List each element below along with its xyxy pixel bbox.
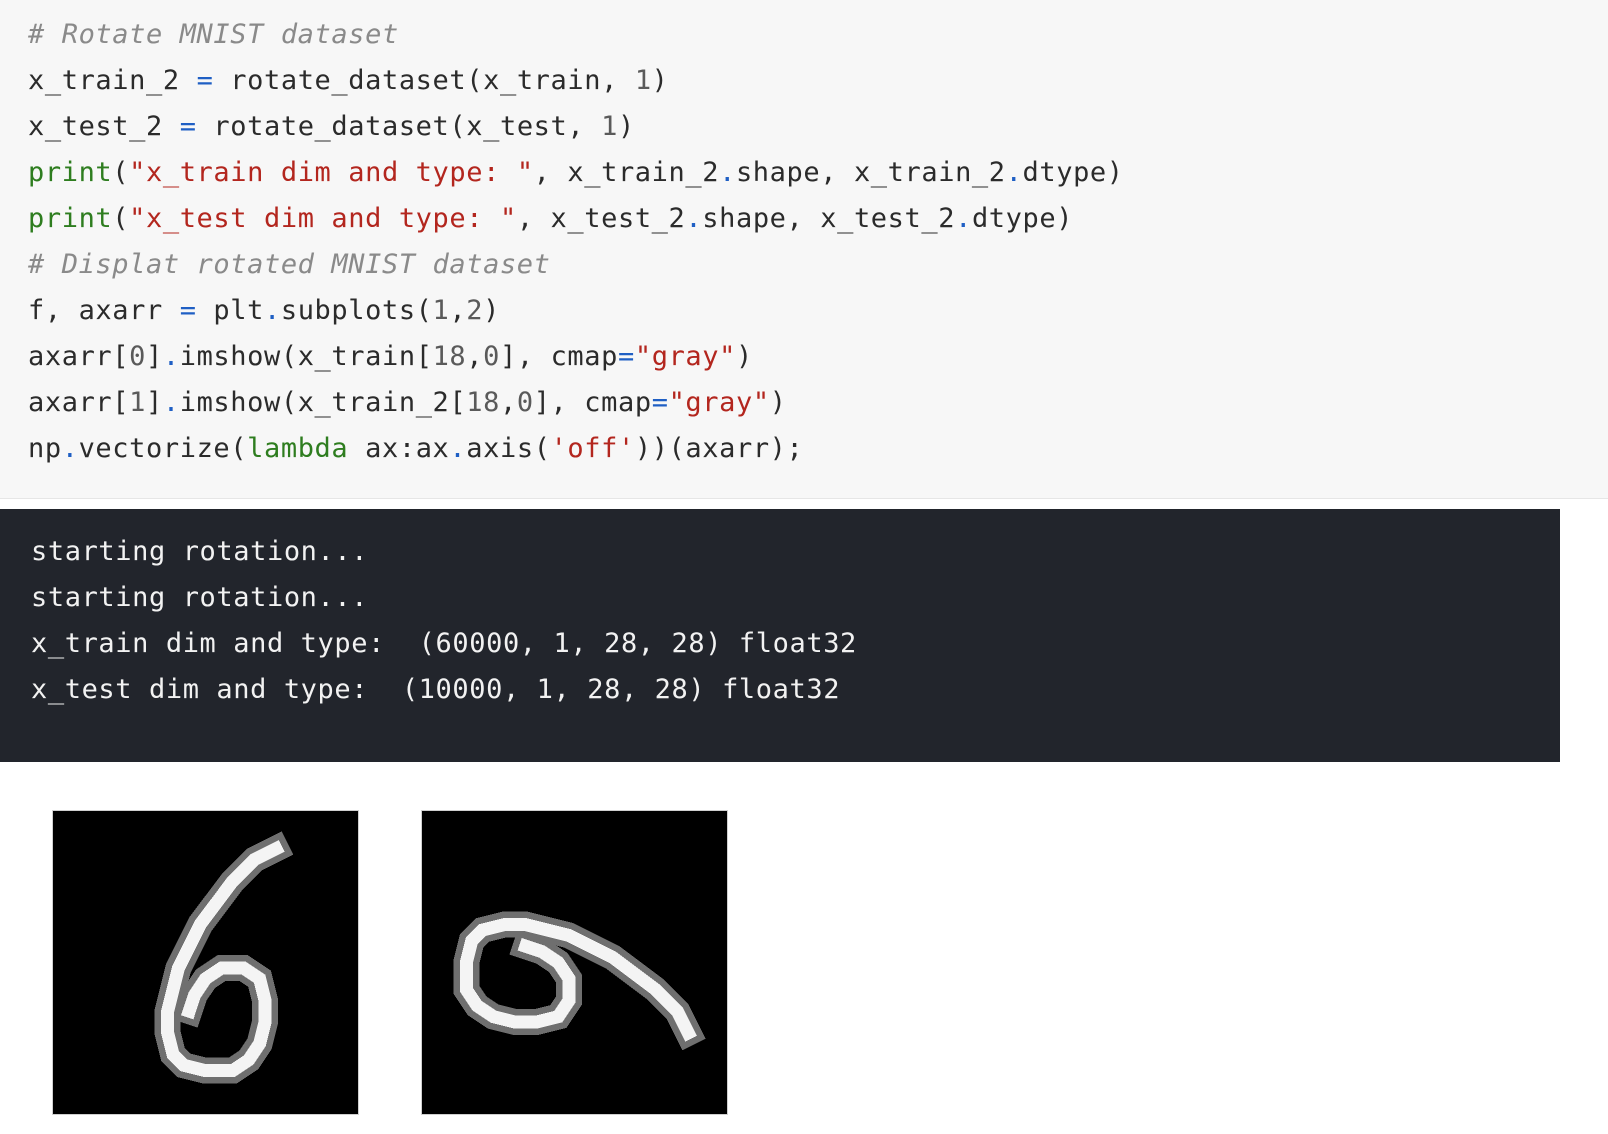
code-token: , x_test_2 bbox=[516, 203, 686, 234]
code-token: vectorize( bbox=[78, 433, 248, 464]
code-token: imshow(x_train[ bbox=[179, 341, 433, 372]
code-token: "gray" bbox=[668, 387, 770, 418]
code-line: print("x_train dim and type: ", x_train_… bbox=[28, 150, 1124, 196]
code-token: 1 bbox=[601, 111, 618, 142]
code-token: rotate_dataset(x_test, bbox=[196, 111, 602, 142]
code-token: "gray" bbox=[634, 341, 736, 372]
code-line: # Rotate MNIST dataset bbox=[28, 12, 399, 58]
code-token: ], cmap bbox=[533, 387, 652, 418]
code-token: lambda bbox=[247, 433, 349, 464]
code-token: "x_train dim and type: " bbox=[129, 157, 534, 188]
code-token: subplots( bbox=[280, 295, 433, 326]
code-token: . bbox=[719, 157, 736, 188]
code-token: . bbox=[61, 433, 79, 464]
code-token: . bbox=[162, 387, 180, 418]
code-token: # Displat rotated MNIST dataset bbox=[28, 249, 551, 280]
code-token: ) bbox=[617, 111, 635, 142]
code-line: f, axarr = plt.subplots(1,2) bbox=[28, 288, 500, 334]
output-line: starting rotation... bbox=[31, 582, 369, 613]
code-token: axarr[ bbox=[28, 341, 130, 372]
code-token: 0 bbox=[516, 387, 534, 418]
code-token: shape, x_train_2 bbox=[735, 157, 1006, 188]
output-line: starting rotation... bbox=[31, 536, 369, 567]
code-token: 18 bbox=[432, 341, 467, 372]
code-token: 18 bbox=[466, 387, 500, 418]
code-token: f, axarr bbox=[28, 295, 180, 326]
code-token: np bbox=[28, 433, 62, 464]
code-cell[interactable]: # Rotate MNIST dataset x_train_2 = rotat… bbox=[0, 0, 1608, 499]
figure-original-digit bbox=[52, 810, 359, 1115]
figure-rotated-digit bbox=[421, 810, 728, 1115]
code-token: ) bbox=[651, 65, 669, 96]
code-token: ] bbox=[146, 341, 163, 372]
code-token: "x_test dim and type: " bbox=[129, 203, 517, 234]
code-token: x_train_2 bbox=[28, 65, 197, 96]
code-token: ( bbox=[112, 157, 130, 188]
code-line: np.vectorize(lambda ax:ax.axis('off'))(a… bbox=[28, 426, 803, 472]
code-line: print("x_test dim and type: ", x_test_2.… bbox=[28, 196, 1073, 242]
digit-six-image bbox=[154, 831, 294, 1084]
code-token: ] bbox=[146, 387, 163, 418]
code-token: . bbox=[162, 341, 180, 372]
code-line: axarr[0].imshow(x_train[18,0], cmap="gra… bbox=[28, 334, 753, 380]
code-token: . bbox=[1005, 157, 1023, 188]
digit-six-rotated-image bbox=[453, 911, 706, 1051]
code-token: axis( bbox=[466, 433, 551, 464]
code-token: ], cmap bbox=[500, 341, 618, 372]
code-token: x_test_2 bbox=[28, 111, 180, 142]
output-cell: starting rotation... starting rotation..… bbox=[0, 509, 1560, 762]
code-token: 1 bbox=[129, 387, 146, 418]
code-token: print bbox=[28, 203, 113, 234]
code-line: x_test_2 = rotate_dataset(x_test, 1) bbox=[28, 104, 635, 150]
code-token: plt bbox=[196, 295, 264, 326]
code-token: dtype) bbox=[971, 203, 1074, 234]
code-token: 'off' bbox=[550, 433, 635, 464]
code-token: shape, x_test_2 bbox=[702, 203, 956, 234]
code-token: 1 bbox=[634, 65, 652, 96]
code-token: = bbox=[179, 295, 197, 326]
code-token: , bbox=[449, 295, 467, 326]
code-token: 1 bbox=[432, 295, 450, 326]
code-token: axarr[ bbox=[28, 387, 130, 418]
code-token: . bbox=[685, 203, 703, 234]
code-token: print bbox=[28, 157, 113, 188]
code-token: ) bbox=[736, 341, 753, 372]
code-token: 2 bbox=[466, 295, 484, 326]
code-token: rotate_dataset(x_train, bbox=[213, 65, 635, 96]
code-token: dtype) bbox=[1022, 157, 1124, 188]
code-token: ) bbox=[769, 387, 787, 418]
output-line: x_train dim and type: (60000, 1, 28, 28)… bbox=[31, 628, 857, 659]
output-line: x_test dim and type: (10000, 1, 28, 28) … bbox=[31, 674, 841, 705]
code-token: . bbox=[263, 295, 281, 326]
code-token: imshow(x_train_2[ bbox=[179, 387, 467, 418]
code-line: # Displat rotated MNIST dataset bbox=[28, 242, 551, 288]
code-token: . bbox=[955, 203, 972, 234]
code-token: ))(axarr); bbox=[634, 433, 804, 464]
code-token: = bbox=[179, 111, 197, 142]
code-token: ( bbox=[112, 203, 130, 234]
code-token: , bbox=[466, 341, 484, 372]
code-token: # Rotate MNIST dataset bbox=[28, 19, 399, 50]
code-token: . bbox=[449, 433, 467, 464]
code-token: = bbox=[196, 65, 214, 96]
code-token: 0 bbox=[129, 341, 146, 372]
code-token: ) bbox=[483, 295, 500, 326]
code-line: axarr[1].imshow(x_train_2[18,0], cmap="g… bbox=[28, 380, 787, 426]
code-line: x_train_2 = rotate_dataset(x_train, 1) bbox=[28, 58, 669, 104]
code-token: , x_train_2 bbox=[533, 157, 720, 188]
code-token: ax:ax bbox=[348, 433, 450, 464]
code-token: 0 bbox=[483, 341, 500, 372]
code-token: = bbox=[651, 387, 669, 418]
code-token: , bbox=[499, 387, 517, 418]
code-token: = bbox=[618, 341, 635, 372]
